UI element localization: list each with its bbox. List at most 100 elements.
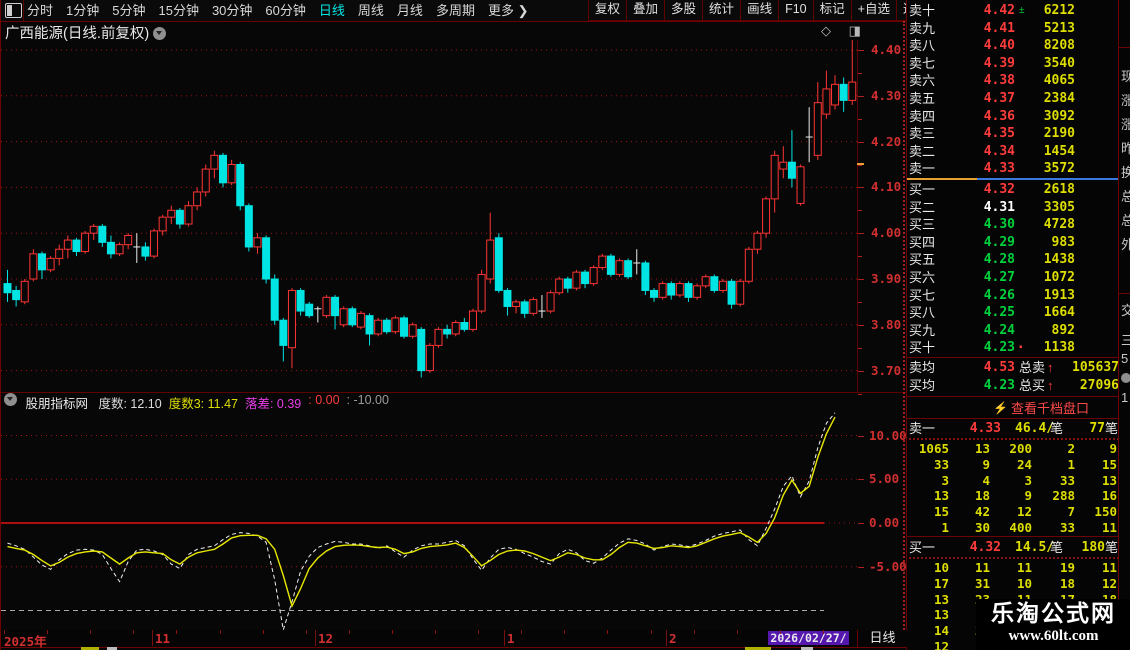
l2-cell: 1065 bbox=[918, 441, 949, 456]
l2-cell: 2 bbox=[1067, 441, 1075, 456]
indicator-tick-label: -5.00 bbox=[869, 558, 907, 574]
clipped-label: 总 bbox=[1121, 210, 1130, 229]
l2-cell: 200 bbox=[1009, 441, 1032, 456]
order-book-row-buy-0[interactable]: 买一 4.32 2618 bbox=[907, 181, 1119, 199]
order-book-row-buy-7[interactable]: 买八 4.25 1664 bbox=[907, 304, 1119, 322]
l2-cell: 9 bbox=[1024, 488, 1032, 504]
order-book-row-buy-1[interactable]: 买二 4.31 3305 bbox=[907, 199, 1119, 217]
price-tick-label: 3.70 bbox=[871, 362, 902, 378]
toolbar-button-4[interactable]: 画线 bbox=[740, 0, 780, 21]
menu-item-4[interactable]: 30分钟 bbox=[212, 1, 252, 21]
toolbar-button-0[interactable]: 复权 bbox=[588, 0, 628, 21]
order-book-row-buy-9[interactable]: 买十 4.23 ▪ 1138 bbox=[907, 339, 1119, 357]
order-book-row-sell-4[interactable]: 卖六 4.38 4065 bbox=[907, 72, 1119, 90]
order-book-row-buy-4[interactable]: 买五 4.28 1438 bbox=[907, 251, 1119, 269]
indicator-field: 度数3: 11.47 bbox=[168, 397, 238, 411]
toolbar-button-3[interactable]: 统计 bbox=[702, 0, 742, 21]
order-book-row-sell-6[interactable]: 卖四 4.36 3092 bbox=[907, 108, 1119, 126]
l2-cell: 11 bbox=[1101, 560, 1117, 575]
menu-item-2[interactable]: 5分钟 bbox=[112, 1, 145, 21]
order-book-row-sell-8[interactable]: 卖二 4.34 1454 bbox=[907, 143, 1119, 161]
toolbar-button-1[interactable]: 叠加 bbox=[626, 0, 666, 21]
indicator-name[interactable]: 股朋指标网 bbox=[25, 397, 88, 411]
menu-item-9[interactable]: 多周期 bbox=[436, 1, 475, 21]
l2-cell: 12 bbox=[1101, 575, 1117, 591]
avg-sell-row: 卖均 4.53 总卖 ↑ 105637 bbox=[909, 360, 1119, 375]
l2-cell: 33 bbox=[933, 456, 949, 472]
l2-sell-header: 卖一 4.33 46.4/ 笔 77 笔 bbox=[909, 421, 1119, 436]
spread-divider-orange bbox=[907, 178, 977, 180]
collapse-icon[interactable] bbox=[4, 393, 17, 406]
clipped-label: 外 bbox=[1121, 234, 1130, 253]
toolbar-button-5[interactable]: F10 bbox=[778, 0, 814, 21]
l2-cell: 12 bbox=[933, 639, 949, 650]
menu-item-6[interactable]: 日线 bbox=[319, 1, 345, 21]
clipped-label: 涨 bbox=[1121, 90, 1130, 109]
order-book-row-sell-7[interactable]: 卖三 4.35 2190 bbox=[907, 125, 1119, 143]
indicator-tick-label: 0.00 bbox=[869, 515, 900, 530]
clipped-label: 昨 bbox=[1121, 138, 1130, 157]
l2-cell: 16 bbox=[1101, 488, 1117, 504]
l2-cell: 10 bbox=[1016, 575, 1032, 591]
l2-cell: 15 bbox=[933, 504, 949, 520]
trading-app-window: 分时 1分钟 5分钟 15分钟 30分钟 60分钟 日线 周线 月线 多周期 更多 ❯ 复权 叠加 多股… bbox=[0, 0, 1130, 650]
l2-cell: 12 bbox=[1016, 504, 1032, 520]
indicator-chart[interactable] bbox=[1, 410, 858, 630]
toolbar-button-7[interactable]: +自选 bbox=[850, 0, 897, 21]
price-tick-label: 4.30 bbox=[871, 87, 902, 103]
chevron-down-icon[interactable] bbox=[153, 27, 167, 40]
current-price-tick bbox=[857, 163, 864, 165]
order-book-row-sell-1[interactable]: 卖九 4.41 5213 bbox=[907, 20, 1119, 38]
l2-cell: 4 bbox=[982, 472, 990, 488]
menu-item-0[interactable]: 分时 bbox=[27, 1, 53, 21]
order-book-row-buy-2[interactable]: 买三 4.30 4728 bbox=[907, 216, 1119, 234]
menu-item-7[interactable]: 周线 bbox=[358, 1, 384, 21]
order-book-row-buy-8[interactable]: 买九 4.24 892 bbox=[907, 322, 1119, 340]
menu-item-8[interactable]: 月线 bbox=[397, 1, 423, 21]
clipped-label: 三 bbox=[1121, 330, 1130, 349]
indicator-values: 度数: 12.10 度数3: 11.47 落差: 0.39: 0.00: -10.0… bbox=[91, 393, 388, 411]
order-book-row-buy-3[interactable]: 买四 4.29 983 bbox=[907, 234, 1119, 252]
order-book-row-buy-6[interactable]: 买七 4.26 1913 bbox=[907, 287, 1119, 305]
toolbar-button-2[interactable]: 多股 bbox=[664, 0, 704, 21]
menu-item-3[interactable]: 15分钟 bbox=[158, 1, 198, 21]
l2-cell: 3 bbox=[941, 472, 949, 488]
time-axis[interactable]: 2026/02/27/五 2025年111212 bbox=[1, 630, 906, 650]
clipped-label: 现 bbox=[1121, 66, 1130, 85]
l2-buy-header: 买一 4.32 14.5/ 笔 180 笔 bbox=[909, 540, 1119, 555]
spread-divider-blue bbox=[977, 178, 1130, 180]
order-book-row-sell-3[interactable]: 卖七 4.39 3540 bbox=[907, 55, 1119, 73]
order-book-row-sell-0[interactable]: 卖十 4.42 ±6212 bbox=[907, 2, 1119, 20]
order-book-row-sell-5[interactable]: 卖五 4.37 2384 bbox=[907, 90, 1119, 108]
avg-buy-row: 买均 4.23 总买 ↑ 27096 bbox=[909, 378, 1119, 393]
lightning-icon: ⚡ bbox=[993, 401, 1008, 415]
l2-cell: 9 bbox=[982, 456, 990, 472]
l2-cell: 11 bbox=[974, 560, 990, 575]
menu-separator bbox=[23, 0, 24, 21]
view-thousand-levels-button[interactable]: ⚡ 查看千档盘口 bbox=[907, 399, 1130, 418]
order-book-row-sell-2[interactable]: 卖八 4.40 8208 bbox=[907, 37, 1119, 55]
price-tick-label: 3.90 bbox=[871, 271, 902, 286]
indicator-tick-label: 10.00 bbox=[869, 427, 907, 443]
order-book-row-sell-9[interactable]: 卖一 4.33 3572 bbox=[907, 160, 1119, 178]
l2-cell: 3 bbox=[1024, 472, 1032, 488]
indicator-field: 落差: 0.39 bbox=[244, 397, 302, 411]
l2-cell: 18 bbox=[1059, 575, 1075, 591]
candlestick-chart[interactable] bbox=[1, 40, 858, 392]
l2-cell: 10 bbox=[933, 560, 949, 575]
clipped-label: 涨 bbox=[1121, 114, 1130, 133]
menu-item-10[interactable]: 更多 ❯ bbox=[488, 1, 529, 21]
toolbar-button-6[interactable]: 标记 bbox=[812, 0, 852, 21]
panel-toggle-icon[interactable] bbox=[5, 3, 22, 18]
axis-dotted-border bbox=[903, 21, 905, 646]
period-menu: 分时 1分钟 5分钟 15分钟 30分钟 60分钟 日线 周线 月线 多周期 更多 ❯ bbox=[27, 0, 528, 21]
chart-corner-icons[interactable]: ◇ ◨ bbox=[821, 23, 868, 39]
order-book-row-buy-5[interactable]: 买六 4.27 1072 bbox=[907, 269, 1119, 287]
price-tick-label: 4.40 bbox=[871, 42, 902, 57]
menu-item-1[interactable]: 1分钟 bbox=[66, 1, 99, 21]
price-tick-label: 4.00 bbox=[871, 225, 902, 241]
clipped-side-panel: 现涨涨昨换总总外交三 5 1 bbox=[1118, 0, 1130, 650]
period-label[interactable]: 日线 bbox=[857, 630, 907, 648]
price-axis: 4.40 4.30 4.20 4.10 4.00 3.90 3.80 3.70 10.00 5.0… bbox=[857, 40, 907, 574]
menu-item-5[interactable]: 60分钟 bbox=[265, 1, 305, 21]
